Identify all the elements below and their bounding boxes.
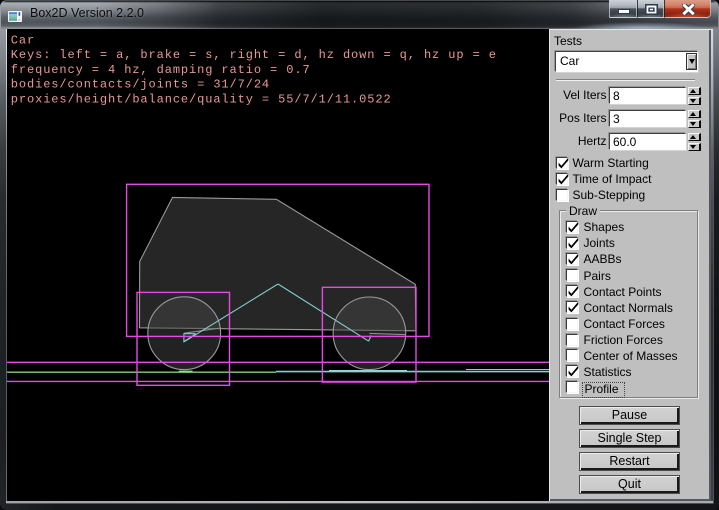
svg-text:frequency = 4 hz, damping rati: frequency = 4 hz, damping ratio = 0.7 — [11, 63, 311, 77]
svg-text:bodies/contacts/joints = 31/7/: bodies/contacts/joints = 31/7/24 — [11, 78, 270, 92]
svg-text:Car: Car — [11, 33, 35, 47]
svg-text:proxies/height/balance/quality: proxies/height/balance/quality = 55/7/1/… — [11, 93, 392, 107]
svg-text:Keys: left = a, brake = s, rig: Keys: left = a, brake = s, right = d, hz… — [11, 48, 497, 62]
